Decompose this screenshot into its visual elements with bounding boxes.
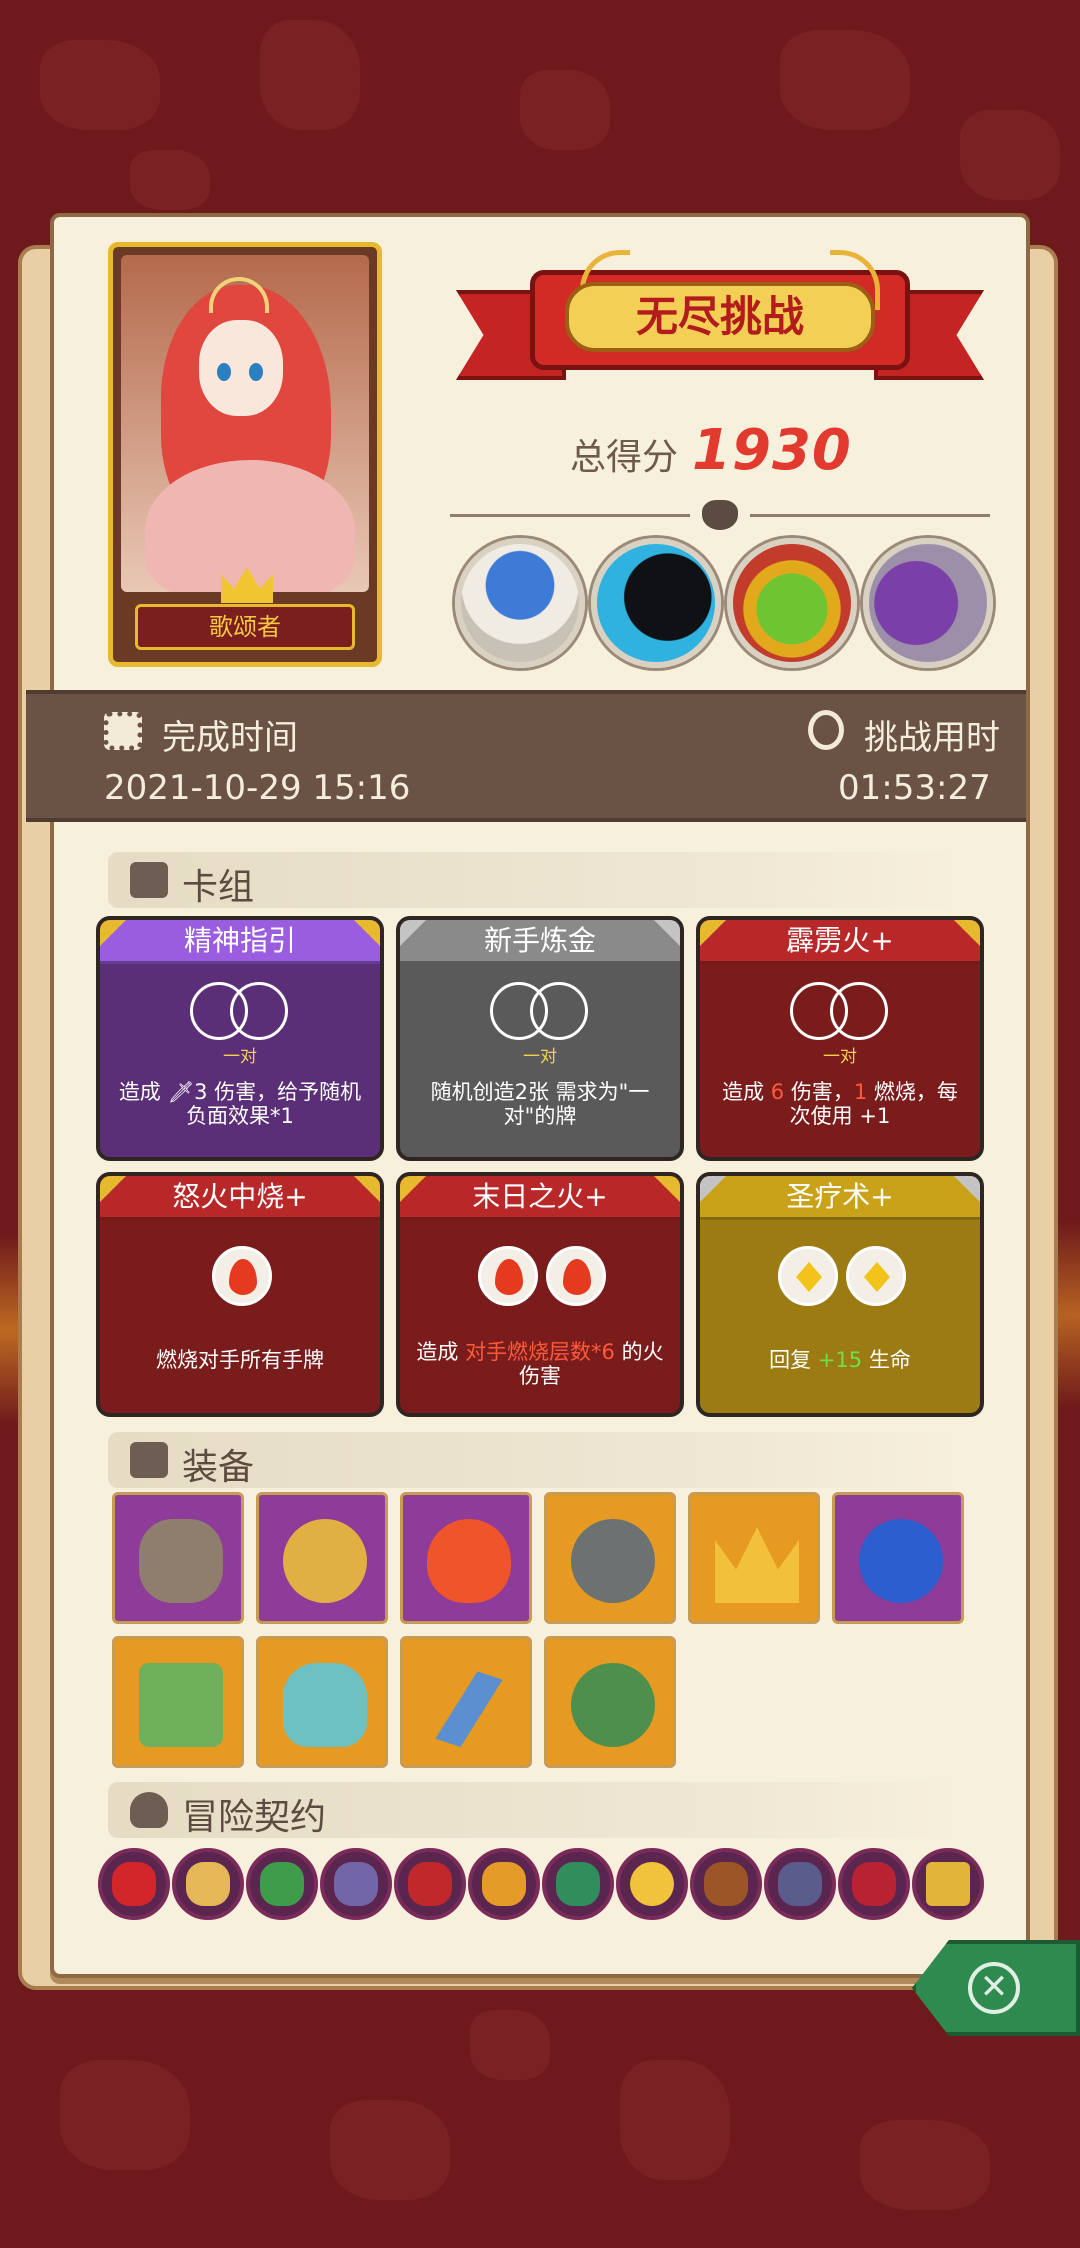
broken-bottle-icon[interactable] <box>400 1636 532 1768</box>
deck-section-header: 卡组 <box>108 852 968 908</box>
card-description: 燃烧对手所有手牌 <box>156 1348 324 1372</box>
card-requirement: 一对 <box>823 1047 857 1067</box>
fire-dice-icon <box>546 1246 606 1306</box>
skill-card[interactable]: 圣疗术+ 回复 +15 生命 <box>696 1172 984 1417</box>
card-requirement: 一对 <box>523 1047 557 1067</box>
goblin-king-boss-icon[interactable] <box>727 538 857 668</box>
card-requirement: 一对 <box>223 1047 257 1067</box>
duration-label: 挑战用时 <box>864 718 1000 758</box>
gold-coin-icon[interactable] <box>616 1848 688 1920</box>
title-banner: 无尽挑战 <box>450 250 990 410</box>
score-label: 总得分 <box>570 437 679 478</box>
gem-dice-icon <box>778 1246 838 1306</box>
equipment-title: 装备 <box>182 1447 255 1488</box>
close-icon[interactable]: ✕ <box>968 1962 1020 2014</box>
skill-card[interactable]: 精神指引 一对 造成 🗡3 伤害，给予随机负面效果*1 <box>96 916 384 1161</box>
heart-lock-icon[interactable] <box>394 1848 466 1920</box>
spiked-shield-icon[interactable] <box>544 1492 676 1624</box>
fire-essence-icon[interactable] <box>400 1492 532 1624</box>
card-description: 造成 对手燃烧层数*6 的火伤害 <box>416 1340 664 1388</box>
shadow-beast-boss-icon[interactable] <box>591 538 721 668</box>
card-description: 随机创造2张 需求为"一对"的牌 <box>430 1080 650 1128</box>
mushroom-sage-boss-icon[interactable] <box>455 538 585 668</box>
golden-crown-icon[interactable] <box>688 1492 820 1624</box>
person-icon <box>130 1792 168 1828</box>
card-description: 造成 🗡3 伤害，给予随机负面效果*1 <box>118 1080 362 1128</box>
card-title: 圣疗术+ <box>700 1176 980 1220</box>
card-description: 造成 6 伤害，1 燃烧，每次使用 +1 <box>722 1080 958 1128</box>
ornament-divider <box>440 500 1000 530</box>
pipe-icon[interactable] <box>690 1848 762 1920</box>
fire-dice-icon <box>478 1246 538 1306</box>
deck-title: 卡组 <box>182 867 255 908</box>
pair-dice-icon <box>790 982 890 1040</box>
skill-card[interactable]: 霹雳火+ 一对 造成 6 伤害，1 燃烧，每次使用 +1 <box>696 916 984 1161</box>
card-title: 精神指引 <box>100 920 380 964</box>
cyan-vase-icon[interactable] <box>256 1636 388 1768</box>
contracts-title: 冒险契约 <box>182 1797 327 1838</box>
duration-value: 01:53:27 <box>838 768 991 808</box>
green-bandage-icon[interactable] <box>542 1848 614 1920</box>
time-strip: 完成时间 2021-10-29 15:16 挑战用时 01:53:27 <box>26 690 1026 822</box>
hero-card[interactable]: 歌颂者 <box>108 242 382 667</box>
card-title: 末日之火+ <box>400 1176 680 1220</box>
finish-time-value: 2021-10-29 15:16 <box>104 768 411 808</box>
mystery-box-icon[interactable] <box>912 1848 984 1920</box>
blue-spirit-icon[interactable] <box>832 1492 964 1624</box>
green-star-icon[interactable] <box>246 1848 318 1920</box>
fire-dice-icon <box>212 1246 272 1306</box>
cards-icon <box>130 862 168 898</box>
skill-card[interactable]: 末日之火+ 造成 对手燃烧层数*6 的火伤害 <box>396 1172 684 1417</box>
card-title: 霹雳火+ <box>700 920 980 964</box>
film-icon <box>104 712 142 750</box>
card-title: 新手炼金 <box>400 920 680 964</box>
score-row: 总得分 1930 <box>570 418 852 488</box>
hero-name: 歌颂者 <box>135 604 355 650</box>
card-title: 怒火中烧+ <box>100 1176 380 1220</box>
horn-icon[interactable] <box>172 1848 244 1920</box>
banner-title: 无尽挑战 <box>565 282 875 352</box>
contracts-section-header: 冒险契约 <box>108 1782 968 1838</box>
equipment-section-header: 装备 <box>108 1432 968 1488</box>
monster-mouth-icon[interactable] <box>838 1848 910 1920</box>
boss-list <box>455 538 993 668</box>
score-value: 1930 <box>692 418 852 483</box>
turtle-shell-icon[interactable] <box>544 1636 676 1768</box>
pair-dice-icon <box>190 982 290 1040</box>
finish-time-label: 完成时间 <box>162 718 298 758</box>
skill-card[interactable]: 新手炼金 一对 随机创造2张 需求为"一对"的牌 <box>396 916 684 1161</box>
cube-icon <box>130 1442 168 1478</box>
skill-card[interactable]: 怒火中烧+ 燃烧对手所有手牌 <box>96 1172 384 1417</box>
card-description: 回复 +15 生命 <box>769 1348 911 1372</box>
demon-mask-icon[interactable] <box>98 1848 170 1920</box>
fist-badge-icon[interactable] <box>320 1848 392 1920</box>
torch-icon[interactable] <box>468 1848 540 1920</box>
skull-icon <box>702 500 738 530</box>
fire-stone-icon[interactable] <box>112 1492 244 1624</box>
pair-dice-icon <box>490 982 590 1040</box>
slime-tome-icon[interactable] <box>112 1636 244 1768</box>
gem-dice-icon <box>846 1246 906 1306</box>
purple-dragon-boss-icon[interactable] <box>863 538 993 668</box>
stopwatch-icon <box>808 710 844 750</box>
blood-ring-icon[interactable] <box>256 1492 388 1624</box>
claw-icon[interactable] <box>764 1848 836 1920</box>
hero-portrait <box>121 255 369 592</box>
